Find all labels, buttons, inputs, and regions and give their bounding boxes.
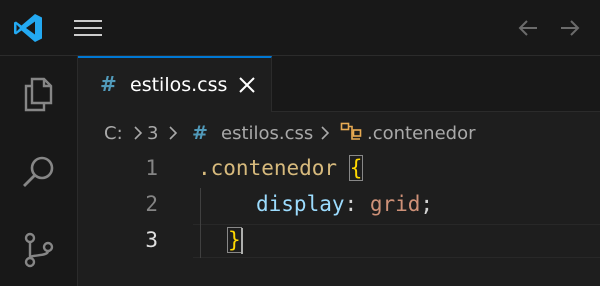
breadcrumb-symbol[interactable]: .contenedor (367, 123, 476, 144)
breadcrumb: C: 3 # estilos.css .contenedor (78, 112, 600, 152)
line-number: 1 (145, 156, 158, 180)
css-value: grid (369, 192, 421, 216)
tab-strip: # estilos.css (78, 56, 600, 112)
chevron-right-icon (169, 126, 178, 140)
css-selector: .contenedor (198, 156, 338, 180)
arrow-right-icon[interactable] (558, 16, 582, 40)
open-brace: { (348, 155, 364, 181)
css-selector-icon (340, 122, 362, 140)
breadcrumb-file[interactable]: estilos.css (221, 123, 313, 144)
code-line[interactable]: 2 display: grid; (78, 188, 600, 224)
breadcrumb-drive[interactable]: C: (104, 123, 123, 144)
vscode-logo-icon[interactable] (12, 12, 44, 44)
code-text: } (227, 227, 242, 253)
line-number: 3 (145, 228, 158, 252)
breadcrumb-folder[interactable]: 3 (147, 123, 158, 144)
code-line[interactable]: 1 .contenedor { (78, 152, 600, 188)
activity-bar (0, 56, 78, 286)
tab-estilos-css[interactable]: # estilos.css (78, 56, 272, 112)
css-file-icon: # (100, 72, 117, 96)
css-file-icon: # (192, 122, 208, 144)
code-text: display: grid; (256, 192, 433, 216)
code-editor[interactable]: 1 .contenedor { 2 display: grid; 3 } (78, 152, 600, 286)
line-number: 2 (145, 192, 158, 216)
files-icon[interactable] (19, 74, 59, 114)
chevron-right-icon (134, 126, 143, 140)
css-property: display (256, 192, 345, 216)
title-bar (0, 0, 600, 56)
hamburger-menu-icon[interactable] (74, 18, 102, 38)
semicolon: ; (420, 192, 434, 216)
text-cursor (241, 228, 243, 254)
tab-label: estilos.css (130, 74, 228, 96)
source-control-icon[interactable] (19, 230, 59, 270)
arrow-left-icon[interactable] (516, 16, 540, 40)
close-brace: } (227, 227, 242, 253)
code-line[interactable]: 3 } (78, 224, 600, 260)
colon: : (344, 192, 358, 216)
close-icon[interactable] (238, 76, 256, 94)
chevron-right-icon (321, 126, 330, 140)
search-icon[interactable] (19, 152, 59, 192)
code-text: .contenedor { (198, 155, 364, 181)
